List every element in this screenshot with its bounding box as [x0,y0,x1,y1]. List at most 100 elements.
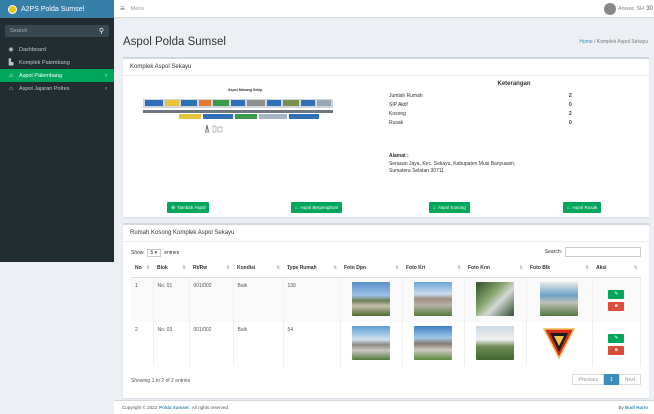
col-label: No [135,265,142,272]
sidebar-item-aspol-jajaran-polres[interactable]: ⌂ Aspol Jajaran Polres ‹ [0,82,114,95]
sort-icon: ⇅ [585,265,589,271]
rumah-kosong-box: Rumah Kosong Komplek Aspol Sekayu Show 5 … [123,223,649,398]
footer-brand-link[interactable]: Polda Sumsel. [159,405,190,410]
col-label: Foto Kri [406,265,426,272]
col-header-foto-dpn[interactable]: Foto Dpn ⇅ [340,260,402,278]
house-photo-image[interactable] [352,325,390,360]
table-header-row: No ⇅ Blok ⇅ Rt/Rw ⇅ Kondisi ⇅ Type Rumah ⇅ Fo… [131,260,641,278]
col-header-no[interactable]: No ⇅ [131,260,153,278]
house-photo-image[interactable] [414,281,452,316]
page-title: Aspol Polda Sumsel [123,36,226,48]
ket-value: 0 [569,102,572,108]
sort-icon: ⇅ [226,265,230,271]
edit-button[interactable]: ✎ [608,333,625,343]
site-map-image: Aspol Mebang Sekip [143,88,333,134]
ket-label: Kosong [389,111,406,117]
user-name: Anwar, SH [618,5,644,12]
police-emblem-image[interactable] [541,326,577,360]
col-header-blok[interactable]: Blok ⇅ [153,260,189,278]
keterangan-panel: Keterangan Jumlah Rumah 2 SIP Aktif 0 Koso… [389,81,589,129]
col-header-aksi[interactable]: Aksi ⇅ [592,260,641,278]
col-header-type-rumah[interactable]: Type Rumah ⇅ [283,260,340,278]
col-label: Foto Knn [468,265,490,272]
col-label: Type Rumah [287,265,317,272]
ket-value: 0 [569,120,572,126]
entries-select[interactable]: 5 ▾ [146,249,162,257]
table-search-input[interactable] [565,247,641,257]
by-label: By [618,405,624,410]
next-page-button[interactable]: Next [618,374,641,385]
user-menu[interactable]: Anwar, SH [604,2,644,15]
delete-button[interactable]: ■ [608,301,625,311]
home-icon: ⌂ [433,204,437,211]
trash-icon: ■ [614,347,618,353]
breadcrumb-home[interactable]: Home [579,39,592,45]
hamburger-menu-icon[interactable]: ≡ [120,4,125,13]
search-icon[interactable]: ⚲ [99,27,104,35]
cell-rtrw: 001/002 [189,277,234,322]
avatar [604,2,617,15]
cell-kondisi: Baik [233,277,284,322]
home-icon: ⌂ [9,72,13,79]
sidebar-item-dashboard[interactable]: ◉ Dashboard [0,43,114,56]
breadcrumb-current: Komplek Aspol Sekayu [596,39,648,45]
cell-foto-dpn [340,321,403,366]
alamat-block: Alamat : Serasan Jaya, Kec. Sekayu, Kabu… [389,153,589,176]
ket-value: 2 [569,111,572,117]
ket-value: 2 [569,93,572,99]
house-photo-image[interactable] [540,281,578,316]
aspol-rusak-button[interactable]: ⌂ Aspol Rusak [563,202,602,213]
sidebar: A2PS Polda Sumsel Search ⚲ ◉ Dashboard ▙ Ko… [0,0,114,262]
house-photo-image[interactable] [476,325,514,360]
entries-selector: Show 5 ▾ entries [131,249,179,257]
col-header-foto-knn[interactable]: Foto Knn ⇅ [464,260,526,278]
col-header-rtrw[interactable]: Rt/Rw ⇅ [189,260,233,278]
topbar-extra[interactable]: 30 [646,6,653,12]
col-header-foto-kri[interactable]: Foto Kri ⇅ [402,260,464,278]
chevron-left-icon: ‹ [105,85,107,92]
home-icon: ⌂ [567,204,571,211]
cell-foto-knn [464,277,527,322]
ket-label: Jumlah Rumah [389,93,423,99]
sidebar-item-label: Aspol Palembang [19,72,63,79]
col-header-kondisi[interactable]: Kondisi ⇅ [233,260,283,278]
aspol-berpenghuni-button[interactable]: ⌂ Aspol Berpenghuni [291,202,343,213]
house-photo-image[interactable] [352,281,390,316]
footer: Copyright © 2022 Polda Sumsel. All right… [114,400,654,414]
col-label: Blok [157,265,168,272]
ket-label: SIP Aktif [389,102,408,108]
search-placeholder: Search [10,28,28,34]
show-label: Show [131,250,144,256]
logo-text: A2PS Polda Sumsel [21,5,85,13]
previous-page-button[interactable]: Previous [572,374,604,385]
sort-icon: ⇅ [333,265,337,271]
sidebar-item-aspol-palembang[interactable]: ⌂ Aspol Palembang ‹ [0,69,114,82]
delete-button[interactable]: ■ [608,345,625,355]
tambah-aspol-button[interactable]: ⊕ Tambah Aspol [167,202,210,213]
sidebar-search-input[interactable]: Search ⚲ [5,25,109,37]
cell-type-rumah: 130 [283,277,341,322]
home-icon: ⌂ [295,204,299,211]
col-header-foto-blk[interactable]: Foto Blk ⇅ [526,260,592,278]
dashboard-icon: ◉ [8,47,14,53]
chevron-left-icon: ‹ [105,72,107,79]
cell-no: 1 [131,277,154,322]
cell-blok: No. 03 [153,321,190,366]
entries-value: 5 [150,250,154,256]
edit-button[interactable]: ✎ [608,289,625,299]
app-logo[interactable]: A2PS Polda Sumsel [0,0,114,18]
ket-row-sip-aktif: SIP Aktif 0 [389,102,589,111]
sort-icon: ⇅ [146,265,150,271]
house-photo-image[interactable] [476,281,514,316]
keterangan-heading: Keterangan [497,81,531,87]
page-1-button[interactable]: 1 [603,374,619,385]
cell-foto-blk [526,277,593,322]
ket-row-kosong: Kosong 2 [389,111,589,120]
cell-foto-kri [402,277,465,322]
sidebar-item-komplek-palembang[interactable]: ▙ Komplek Palembang [0,56,114,69]
home-icon: ⌂ [9,85,13,92]
house-photo-image[interactable] [414,325,452,360]
aspol-kosong-button[interactable]: ⌂ Aspol Kosong [429,202,470,213]
ket-label: Rusak [389,120,404,126]
cell-foto-kri [402,321,465,366]
